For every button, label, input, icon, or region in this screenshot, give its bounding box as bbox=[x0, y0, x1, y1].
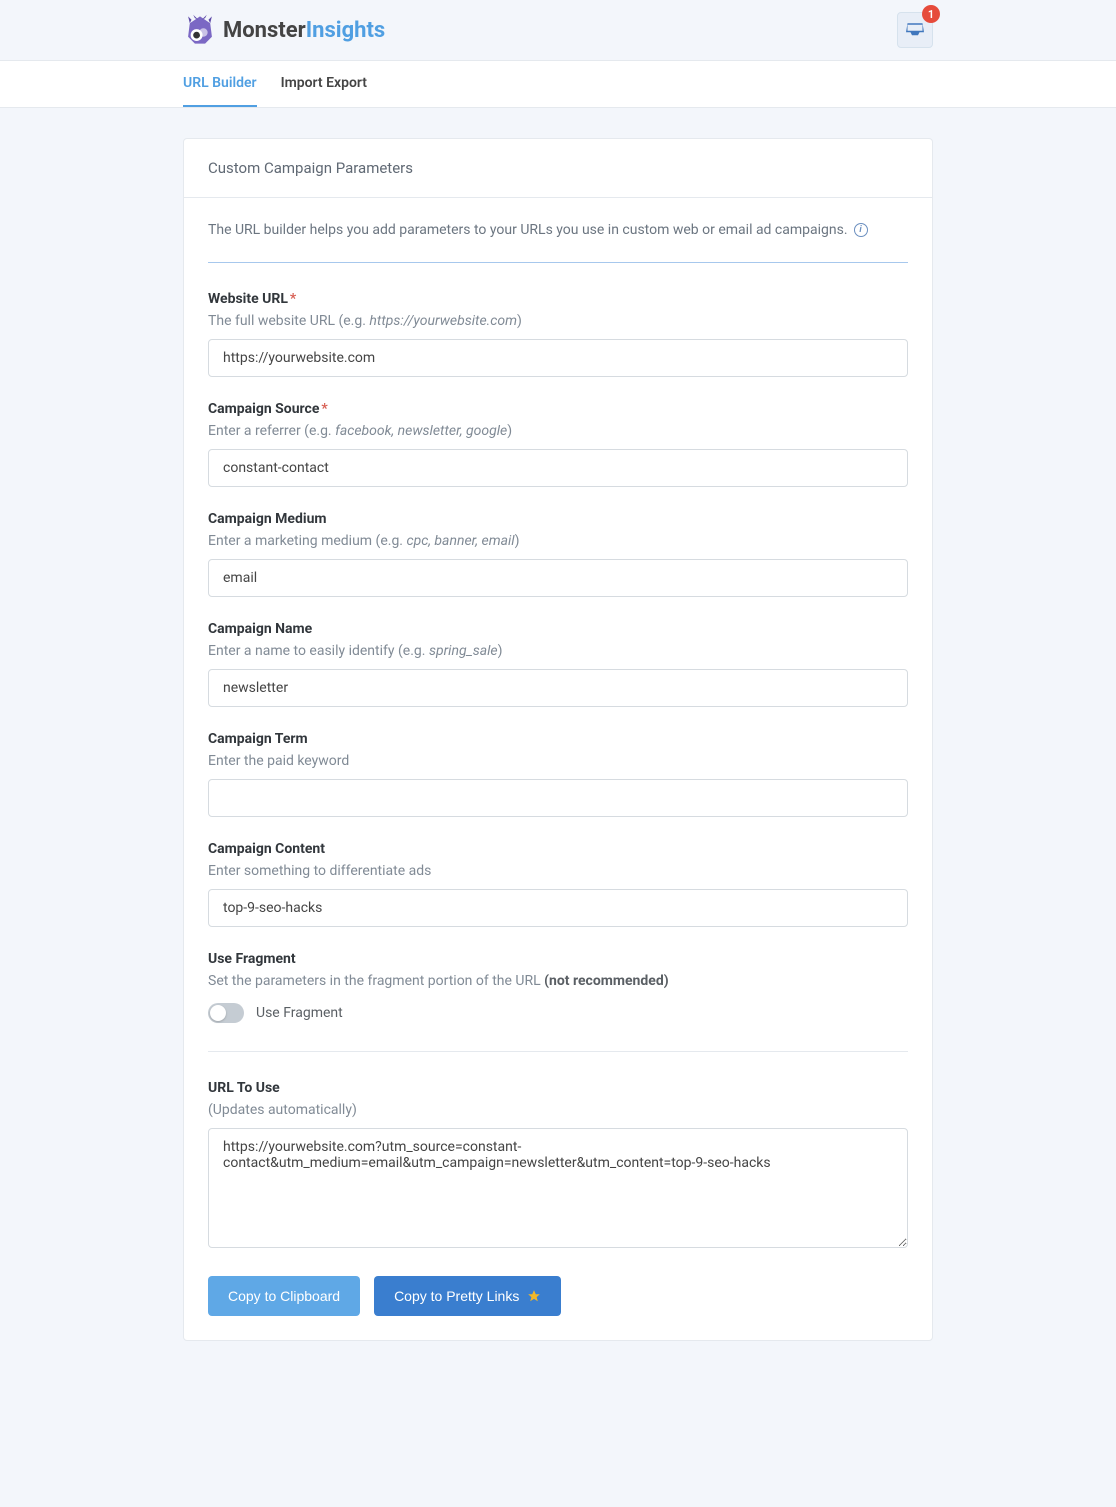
url-to-use-hint: (Updates automatically) bbox=[208, 1102, 908, 1118]
copy-to-pretty-links-button[interactable]: Copy to Pretty Links bbox=[374, 1276, 561, 1316]
campaign-medium-input[interactable] bbox=[208, 559, 908, 597]
campaign-content-label: Campaign Content bbox=[208, 841, 908, 857]
use-fragment-label: Use Fragment bbox=[208, 951, 908, 967]
website-url-hint: The full website URL (e.g. https://yourw… bbox=[208, 313, 908, 329]
use-fragment-toggle-label: Use Fragment bbox=[256, 1005, 343, 1021]
campaign-source-input[interactable] bbox=[208, 449, 908, 487]
inbox-badge: 1 bbox=[922, 5, 940, 23]
copy-pretty-label: Copy to Pretty Links bbox=[394, 1288, 519, 1304]
logo-text: MonsterInsights bbox=[223, 18, 385, 43]
monster-icon bbox=[183, 13, 217, 47]
info-icon[interactable]: i bbox=[854, 223, 868, 237]
campaign-source-hint: Enter a referrer (e.g. facebook, newslet… bbox=[208, 423, 908, 439]
field-use-fragment: Use Fragment Set the parameters in the f… bbox=[208, 951, 908, 1023]
campaign-content-input[interactable] bbox=[208, 889, 908, 927]
tab-url-builder[interactable]: URL Builder bbox=[183, 61, 257, 107]
star-icon bbox=[527, 1289, 541, 1303]
campaign-medium-hint: Enter a marketing medium (e.g. cpc, bann… bbox=[208, 533, 908, 549]
campaign-source-label: Campaign Source* bbox=[208, 401, 908, 417]
website-url-label: Website URL* bbox=[208, 291, 908, 307]
intro-text: The URL builder helps you add parameters… bbox=[208, 222, 848, 238]
field-campaign-term: Campaign Term Enter the paid keyword bbox=[208, 731, 908, 817]
campaign-term-label: Campaign Term bbox=[208, 731, 908, 747]
copy-to-clipboard-button[interactable]: Copy to Clipboard bbox=[208, 1276, 360, 1316]
field-website-url: Website URL* The full website URL (e.g. … bbox=[208, 291, 908, 377]
campaign-term-hint: Enter the paid keyword bbox=[208, 753, 908, 769]
website-url-input[interactable] bbox=[208, 339, 908, 377]
field-campaign-content: Campaign Content Enter something to diff… bbox=[208, 841, 908, 927]
campaign-content-hint: Enter something to differentiate ads bbox=[208, 863, 908, 879]
url-to-use-label: URL To Use bbox=[208, 1080, 908, 1096]
campaign-medium-label: Campaign Medium bbox=[208, 511, 908, 527]
campaign-name-hint: Enter a name to easily identify (e.g. sp… bbox=[208, 643, 908, 659]
nav-bar: URL Builder Import Export bbox=[0, 60, 1116, 108]
tab-import-export[interactable]: Import Export bbox=[281, 61, 367, 107]
divider bbox=[208, 1051, 908, 1052]
field-campaign-name: Campaign Name Enter a name to easily ide… bbox=[208, 621, 908, 707]
url-to-use-textarea[interactable]: https://yourwebsite.com?utm_source=const… bbox=[208, 1128, 908, 1248]
campaign-term-input[interactable] bbox=[208, 779, 908, 817]
use-fragment-toggle[interactable] bbox=[208, 1003, 244, 1023]
logo: MonsterInsights bbox=[183, 13, 385, 47]
use-fragment-hint: Set the parameters in the fragment porti… bbox=[208, 973, 908, 989]
field-url-to-use: URL To Use (Updates automatically) https… bbox=[208, 1080, 908, 1252]
settings-panel: Custom Campaign Parameters The URL build… bbox=[183, 138, 933, 1341]
campaign-name-input[interactable] bbox=[208, 669, 908, 707]
field-campaign-source: Campaign Source* Enter a referrer (e.g. … bbox=[208, 401, 908, 487]
campaign-name-label: Campaign Name bbox=[208, 621, 908, 637]
inbox-button[interactable]: 1 bbox=[897, 12, 933, 48]
inbox-icon bbox=[906, 23, 924, 37]
field-campaign-medium: Campaign Medium Enter a marketing medium… bbox=[208, 511, 908, 597]
panel-title: Custom Campaign Parameters bbox=[184, 139, 932, 198]
